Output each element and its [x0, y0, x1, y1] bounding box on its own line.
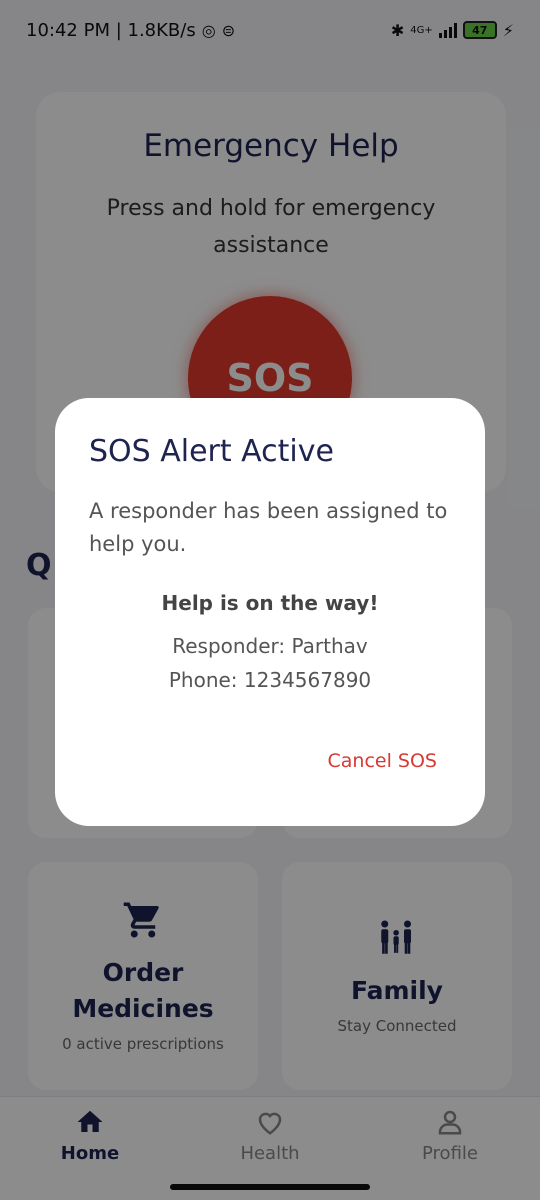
- dialog-status: Help is on the way!: [161, 591, 379, 615]
- cancel-sos-button[interactable]: Cancel SOS: [328, 750, 437, 772]
- dialog-title: SOS Alert Active: [89, 434, 334, 469]
- sos-alert-dialog: SOS Alert Active A responder has been as…: [55, 398, 485, 826]
- responder-name: Responder: Parthav: [172, 634, 368, 658]
- responder-phone: Phone: 1234567890: [168, 668, 372, 692]
- dialog-message: A responder has been assigned to help yo…: [89, 499, 448, 556]
